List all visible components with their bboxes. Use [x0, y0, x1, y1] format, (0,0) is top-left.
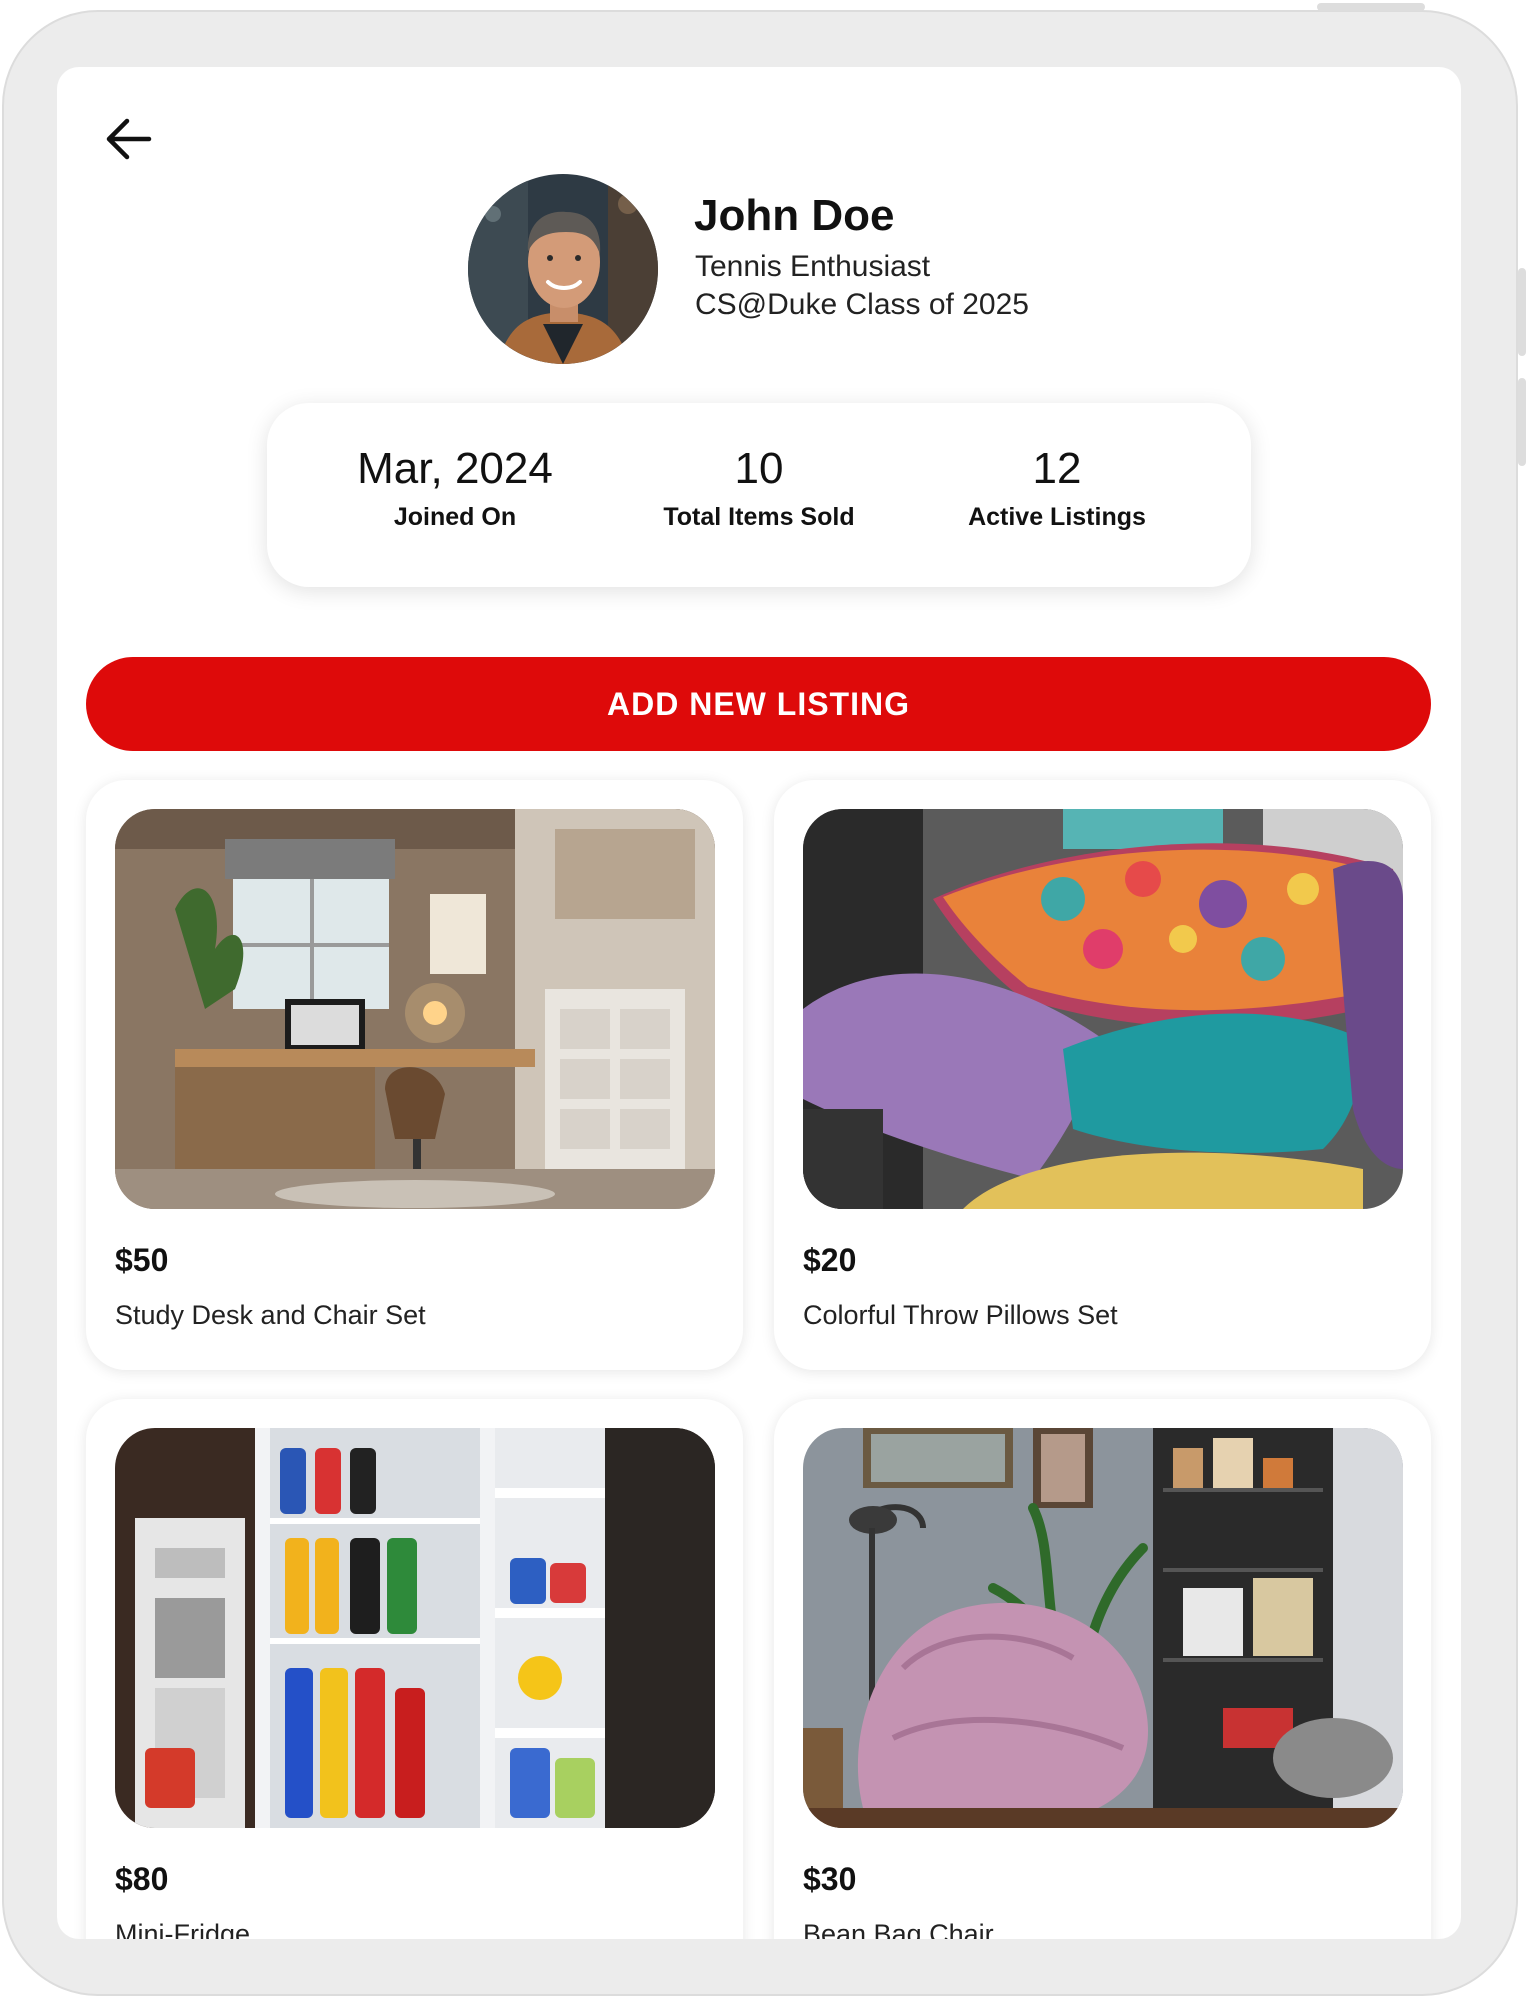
listing-title: Study Desk and Chair Set	[115, 1300, 426, 1330]
stat-active-listings-value: 12	[1032, 444, 1082, 493]
stat-active-listings-label: Active Listings	[968, 503, 1146, 531]
listing-image	[803, 1428, 1403, 1828]
profile-school: CS@Duke Class of 2025	[695, 288, 1029, 321]
profile-name: John Doe	[694, 191, 895, 240]
back-button[interactable]	[97, 107, 161, 171]
app-screen: John Doe Tennis Enthusiast CS@Duke Class…	[57, 67, 1461, 1939]
stats-card: Mar, 2024 Joined On 10 Total Items Sold …	[267, 403, 1251, 587]
listing-title: Mini-Fridge	[115, 1919, 251, 1939]
listing-card[interactable]: $30 Bean Bag Chair	[774, 1399, 1431, 1939]
device-side-button-lower	[1518, 378, 1526, 466]
listing-price: $80	[115, 1861, 169, 1897]
listing-price: $50	[115, 1242, 169, 1278]
device-top-button	[1317, 3, 1425, 11]
listing-price: $20	[803, 1242, 857, 1278]
listing-title: Bean Bag Chair	[803, 1919, 994, 1939]
stat-items-sold-label: Total Items Sold	[663, 503, 855, 531]
stat-joined-label: Joined On	[393, 503, 517, 531]
stat-active-listings: 12 Active Listings	[917, 443, 1197, 532]
listing-card[interactable]: $80 Mini-Fridge	[86, 1399, 743, 1939]
listing-image	[115, 1428, 715, 1828]
listing-title: Colorful Throw Pillows Set	[803, 1300, 1118, 1330]
listing-card[interactable]: $20 Colorful Throw Pillows Set	[774, 780, 1431, 1370]
profile-tagline: Tennis Enthusiast	[695, 250, 931, 283]
device-side-button	[1518, 268, 1526, 356]
arrow-left-icon	[106, 118, 152, 160]
listing-image	[115, 809, 715, 1209]
add-new-listing-button[interactable]: ADD NEW LISTING	[86, 657, 1431, 751]
listing-price: $30	[803, 1861, 857, 1897]
stat-items-sold: 10 Total Items Sold	[619, 443, 899, 532]
listing-card[interactable]: $50 Study Desk and Chair Set	[86, 780, 743, 1370]
stat-joined-value: Mar, 2024	[357, 444, 553, 493]
stat-joined: Mar, 2024 Joined On	[315, 443, 595, 532]
stat-items-sold-value: 10	[734, 444, 784, 493]
avatar	[468, 174, 658, 364]
listing-image	[803, 809, 1403, 1209]
